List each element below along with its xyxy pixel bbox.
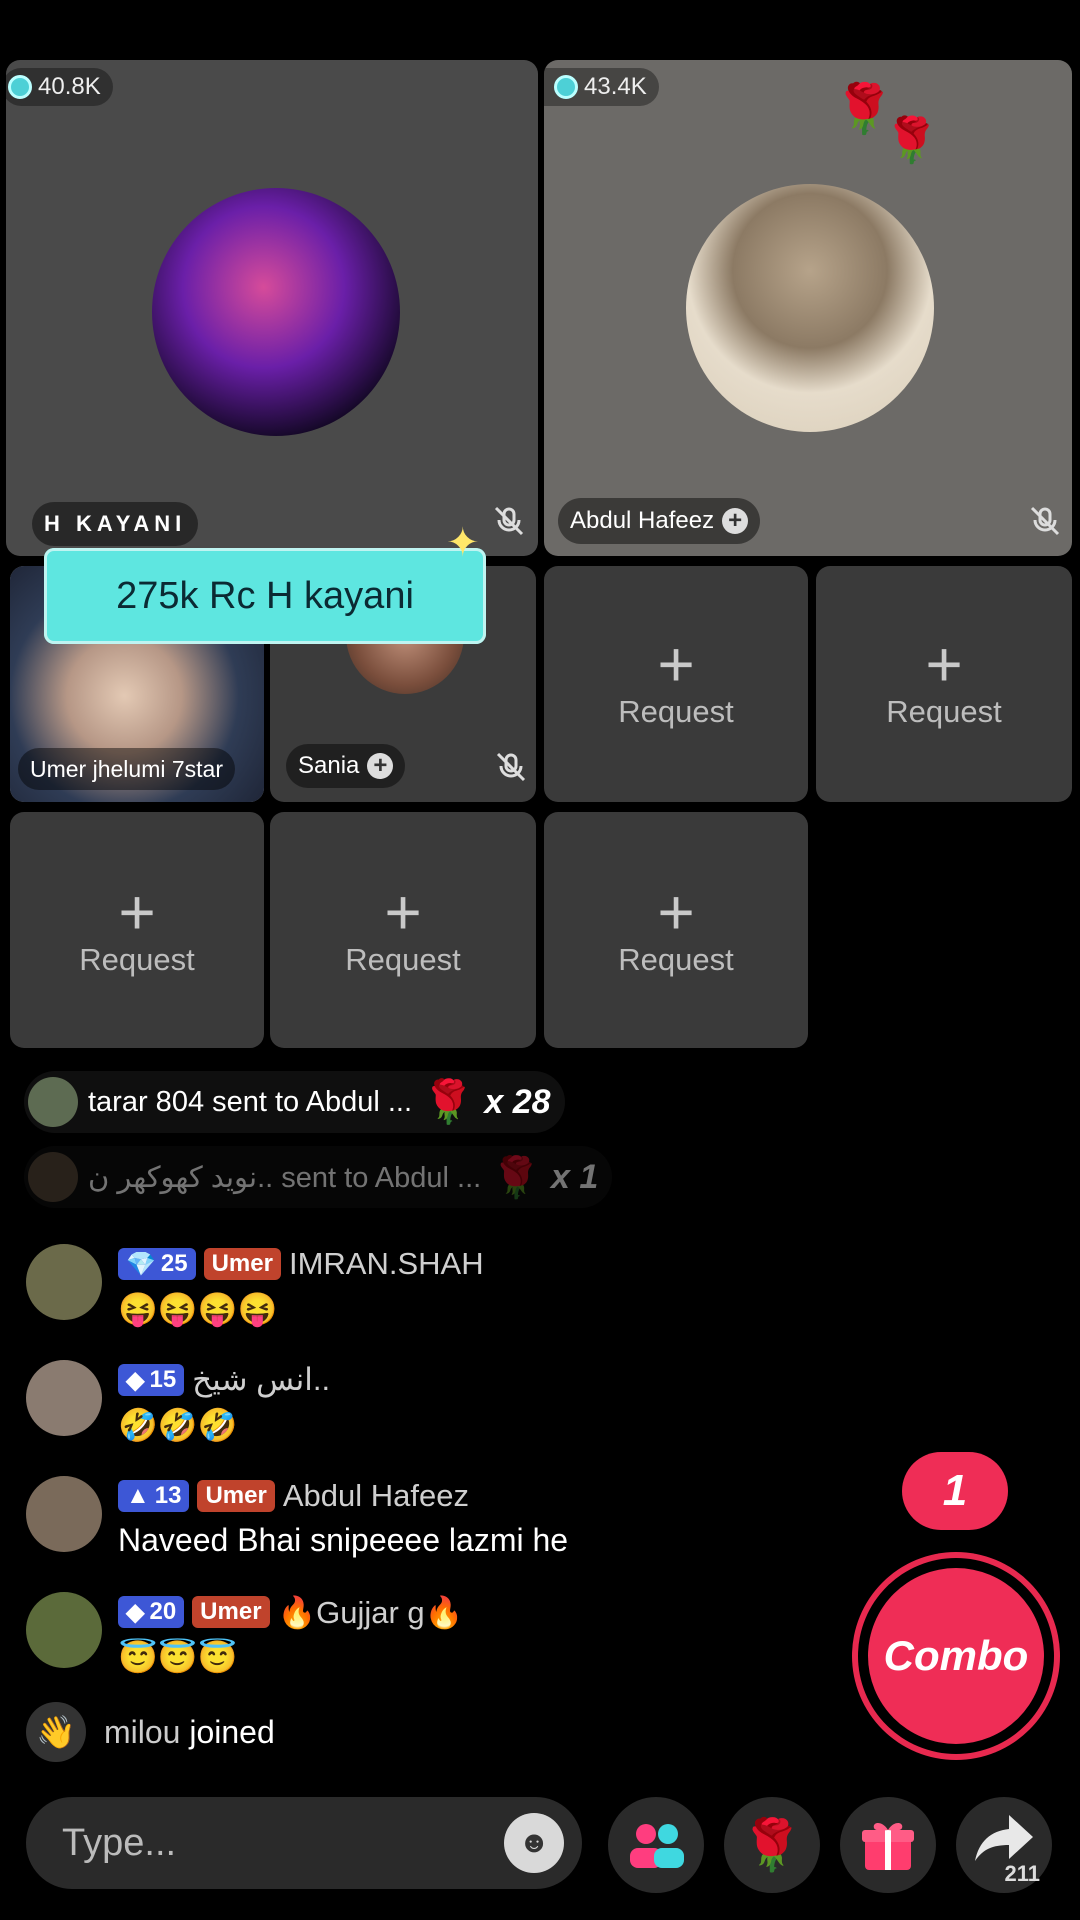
request-slot[interactable]: + Request	[544, 566, 808, 802]
message-text: 🤣🤣🤣	[118, 1407, 238, 1443]
request-content: + Request	[270, 876, 536, 978]
request-content: + Request	[10, 876, 264, 978]
level-badge: 💎 25	[118, 1248, 196, 1280]
host-name: H KAYANI	[44, 511, 187, 536]
fan-badge: Umer	[203, 1248, 281, 1280]
host-avatar[interactable]	[152, 188, 400, 436]
request-slot[interactable]: + Request	[10, 812, 264, 1048]
request-label: Request	[618, 694, 734, 729]
gift-box-icon	[862, 1823, 914, 1870]
username: Abdul Hafeez	[282, 1478, 469, 1513]
level-badge: ▲ 13	[118, 1480, 190, 1512]
gift-notification: tarar 804 sent to Abdul ... 🌹 x 28	[24, 1071, 565, 1133]
host-tile-2[interactable]: 43.4K 🌹 🌹 Abdul Hafeez +	[544, 60, 1072, 556]
request-content: + Request	[816, 628, 1072, 730]
joined-text: joined	[189, 1713, 275, 1750]
emoji-icon[interactable]: ☻	[504, 1813, 564, 1873]
chat-message[interactable]: ◆ 15 انس شیخ.. 🤣🤣🤣	[26, 1360, 826, 1460]
avatar[interactable]	[26, 1360, 102, 1436]
follow-plus-icon[interactable]: +	[722, 508, 749, 534]
rose-icon: 🌹	[422, 1077, 475, 1125]
level-badge: ◆ 15	[118, 1364, 185, 1396]
guest-name: Umer jhelumi 7star	[30, 755, 223, 782]
gift-button[interactable]	[840, 1797, 936, 1893]
coin-icon	[554, 75, 578, 99]
viewer-count-text: 43.4K	[584, 73, 647, 100]
viewer-count-text: 40.8K	[38, 73, 101, 100]
mic-muted-icon	[496, 752, 526, 782]
fan-badge: Umer	[197, 1480, 275, 1512]
request-slot[interactable]: + Request	[544, 812, 808, 1048]
request-content: + Request	[544, 628, 808, 730]
fan-badge: Umer	[192, 1596, 270, 1628]
request-slot[interactable]: + Request	[816, 566, 1072, 802]
coin-icon	[8, 75, 32, 99]
gift-notification: نوید کھوکھر ن.. sent to Abdul ... 🌹 x 1	[24, 1146, 612, 1208]
gift-text: نوید کھوکھر ن.. sent to Abdul ...	[88, 1161, 482, 1194]
chat-message[interactable]: 💎 25 Umer IMRAN.SHAH 😝😝😝😝	[26, 1244, 826, 1344]
joined-username: milou	[104, 1713, 181, 1750]
message-text: 😇😇😇	[118, 1639, 238, 1675]
wave-icon: 👋	[26, 1702, 86, 1762]
comment-input[interactable]: Type... ☻	[26, 1797, 582, 1889]
username: انس شیخ..	[192, 1362, 331, 1397]
guest-name-pill[interactable]: Sania +	[286, 744, 406, 788]
share-count: 211	[1004, 1861, 1041, 1886]
request-label: Request	[886, 694, 1002, 729]
rose-gift-button[interactable]: 🌹	[724, 1797, 820, 1893]
message-text: Naveed Bhai snipeeee lazmi he	[118, 1522, 569, 1558]
rose-icon: 🌹	[884, 116, 939, 165]
plus-icon: +	[657, 876, 695, 948]
avatar[interactable]	[26, 1476, 102, 1552]
gift-text: tarar 804 sent to Abdul ...	[88, 1085, 413, 1118]
people-icon	[630, 1824, 684, 1868]
combo-count: 1	[902, 1452, 1008, 1530]
avatar	[28, 1077, 78, 1127]
guest-name: Sania	[298, 752, 360, 779]
input-placeholder: Type...	[62, 1821, 177, 1864]
host-avatar[interactable]	[686, 184, 934, 432]
gift-banner: 275k Rc H kayani	[44, 548, 486, 644]
sparkle-icon: ✦	[446, 521, 480, 565]
host-tile-1[interactable]: 40.8K H KAYANI	[6, 60, 538, 556]
avatar	[28, 1152, 78, 1202]
username: IMRAN.SHAH	[288, 1246, 484, 1281]
chat-message[interactable]: ▲ 13 Umer Abdul Hafeez Naveed Bhai snipee…	[26, 1476, 826, 1576]
follow-plus-icon[interactable]: +	[367, 753, 394, 779]
username: 🔥Gujjar g🔥	[277, 1594, 464, 1630]
avatar[interactable]	[26, 1592, 102, 1668]
banner-text: 275k Rc H kayani	[116, 574, 414, 617]
message-text: 😝😝😝😝	[118, 1291, 278, 1327]
level-badge: ◆ 20	[118, 1596, 185, 1628]
avatar[interactable]	[26, 1244, 102, 1320]
combo-label: Combo	[883, 1632, 1029, 1679]
host-name-pill[interactable]: H KAYANI	[32, 502, 199, 546]
joined-notice: 👋 milou joined	[26, 1702, 275, 1762]
guests-button[interactable]	[608, 1797, 704, 1893]
plus-icon: +	[925, 628, 963, 700]
plus-icon: +	[384, 876, 422, 948]
mic-muted-icon	[494, 506, 524, 536]
request-label: Request	[618, 942, 734, 977]
request-label: Request	[345, 942, 461, 977]
guest-name-pill[interactable]: Umer jhelumi 7star	[18, 748, 235, 790]
viewer-count: 40.8K	[6, 68, 113, 106]
request-slot[interactable]: + Request	[270, 812, 536, 1048]
mic-muted-icon	[1030, 506, 1060, 536]
gift-count: x 28	[484, 1082, 551, 1121]
share-button[interactable]: 211	[956, 1797, 1052, 1893]
request-content: + Request	[544, 876, 808, 978]
rose-icon: 🌹	[740, 1816, 804, 1873]
host-name-pill[interactable]: Abdul Hafeez +	[558, 498, 761, 544]
request-label: Request	[79, 942, 195, 977]
gift-count: x 1	[551, 1157, 599, 1196]
rose-icon: 🌹	[491, 1155, 541, 1200]
combo-button[interactable]: Combo	[868, 1568, 1044, 1744]
share-arrow-icon	[975, 1815, 1033, 1861]
chat-message[interactable]: ◆ 20 Umer 🔥Gujjar g🔥 😇😇😇	[26, 1592, 826, 1692]
viewer-count: 43.4K	[544, 68, 659, 106]
plus-icon: +	[118, 876, 156, 948]
plus-icon: +	[657, 628, 695, 700]
host-name: Abdul Hafeez	[570, 507, 715, 534]
